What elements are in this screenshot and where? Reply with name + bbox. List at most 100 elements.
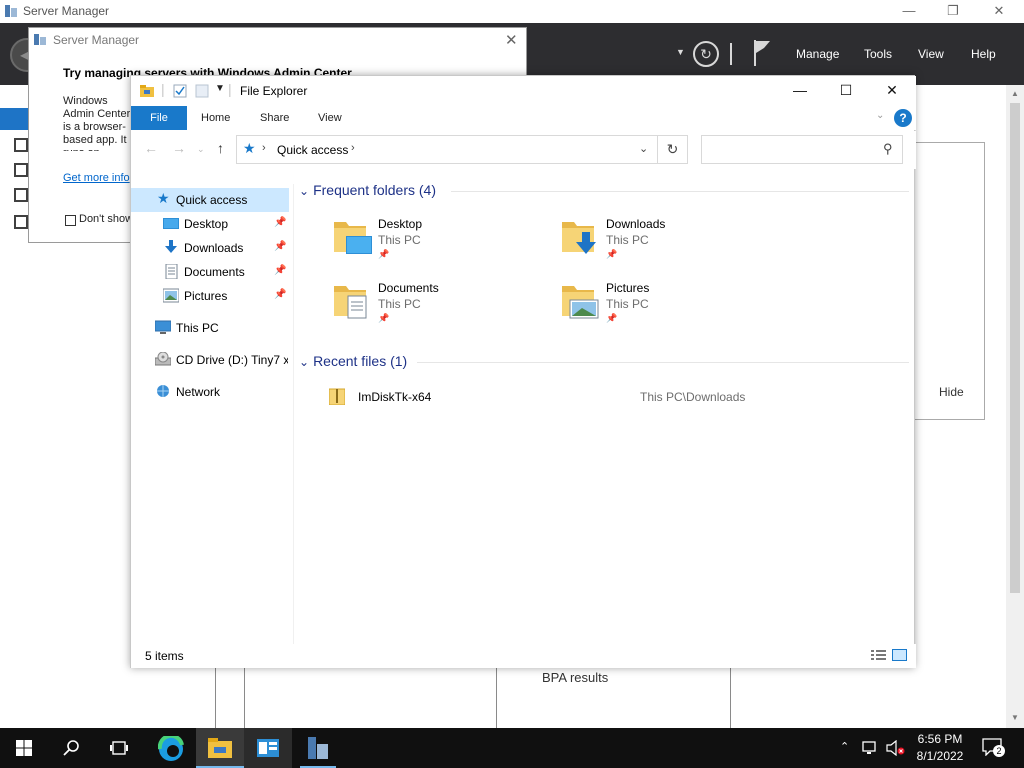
folder-location: This PC [378,233,421,247]
expand-ribbon-icon[interactable]: ⌄ [876,110,884,121]
pin-icon[interactable]: 📌 [274,265,286,276]
folder-tile-documents[interactable]: Documents This PC 📌 [332,280,552,338]
menu-manage[interactable]: Manage [796,47,839,61]
sidebar-item-desktop[interactable]: Desktop 📌 [131,212,289,236]
sidebar-item-documents[interactable]: Documents 📌 [131,260,289,284]
action-center-button[interactable]: 2 [982,738,1005,758]
dropdown-arrow-icon[interactable]: ▼ [676,47,685,57]
collapse-chevron-icon[interactable]: ⌄ [299,184,309,198]
local-server-icon[interactable] [14,138,28,152]
up-arrow-icon[interactable]: ↑ [217,140,224,156]
minimize-button[interactable]: — [777,76,823,104]
dialog-close-icon[interactable]: ✕ [505,31,518,49]
folder-tile-pictures[interactable]: Pictures This PC 📌 [560,280,780,338]
pin-icon[interactable]: 📌 [274,289,286,300]
breadcrumb-quick-access[interactable]: Quick access [277,143,348,157]
desktop-folder-icon [334,222,372,254]
pictures-folder-icon [562,286,599,319]
large-icons-view-icon[interactable] [892,649,907,661]
taskbar-server-manager[interactable] [294,728,342,768]
menu-tools[interactable]: Tools [864,47,892,61]
taskbar-file-explorer[interactable] [196,728,244,768]
breadcrumb-chevron-icon[interactable]: › [351,142,355,154]
storage-icon[interactable] [14,215,28,229]
sidebar-item-dashboard[interactable] [0,108,30,130]
collapse-chevron-icon[interactable]: ⌄ [299,355,309,369]
close-button[interactable]: ✕ [976,0,1022,23]
breadcrumb-chevron-icon[interactable]: › [262,142,266,154]
menu-view[interactable]: View [918,47,944,61]
pin-icon: 📌 [378,313,390,323]
all-servers-icon[interactable] [14,163,28,177]
edge-browser-icon[interactable] [158,736,184,762]
recent-locations-icon[interactable]: ⌄ [197,144,205,155]
help-icon[interactable]: ? [894,109,912,127]
sidebar-item-label: Desktop [184,217,229,231]
window-title: File Explorer [240,84,308,98]
hide-link[interactable]: Hide [939,385,964,399]
clock-date[interactable]: 8/1/2022 [910,749,970,763]
new-folder-icon[interactable] [195,84,209,98]
server-manager-titlebar: Server Manager — ❐ ✕ [0,0,1024,23]
scrollbar-thumb[interactable] [1010,103,1020,593]
cd-drive-icon [155,352,171,366]
scroll-up-icon[interactable]: ▲ [1011,89,1019,98]
tab-file[interactable]: File [131,106,187,130]
vertical-scrollbar[interactable]: ▲ ▼ [1006,85,1024,728]
status-bar: 5 items [131,644,916,668]
address-bar[interactable]: ★ › Quick access › ⌄ [236,135,658,164]
back-arrow-icon[interactable]: ← [144,140,158,156]
details-view-icon[interactable] [871,649,886,661]
volume-muted-icon[interactable] [886,740,906,756]
task-view-icon[interactable] [110,740,128,756]
scroll-down-icon[interactable]: ▼ [1011,713,1019,722]
documents-icon [165,264,178,279]
close-button[interactable]: ✕ [869,76,915,104]
maximize-button[interactable]: ☐ [823,76,869,104]
folder-tile-downloads[interactable]: Downloads This PC 📌 [560,216,780,274]
bpa-results-label[interactable]: BPA results [542,670,608,685]
sidebar-item-label: Pictures [184,289,228,303]
forward-arrow-icon[interactable]: → [172,140,186,156]
start-windows-icon[interactable] [16,740,32,756]
folder-tile-desktop[interactable]: Desktop This PC 📌 [332,216,552,274]
sidebar-item-cd-drive[interactable]: CD Drive (D:) Tiny7 x8 [131,348,289,372]
notifications-flag-icon[interactable] [752,40,772,66]
address-dropdown-icon[interactable]: ⌄ [639,142,648,155]
restore-button[interactable]: ❐ [930,0,976,23]
menu-help[interactable]: Help [971,47,996,61]
search-input[interactable]: ⚲ [701,135,903,164]
pane-divider[interactable] [293,184,294,654]
group-divider [451,191,909,192]
sidebar-item-downloads[interactable]: Downloads 📌 [131,236,289,260]
pin-icon: 📌 [606,313,618,323]
tab-home[interactable]: Home [201,112,230,124]
taskbar-app[interactable] [244,728,292,768]
file-explorer-titlebar: | ▼ | File Explorer — ☐ ✕ [131,76,916,106]
sidebar-item-pictures[interactable]: Pictures 📌 [131,284,289,308]
properties-icon[interactable] [173,84,187,98]
qat-separator: | [228,81,232,97]
pin-icon[interactable]: 📌 [274,217,286,228]
downloads-folder-icon [562,222,596,254]
qat-customize-icon[interactable]: ▼ [215,83,225,94]
list-item[interactable]: ImDiskTk-x64 This PC\Downloads [327,385,917,409]
search-icon[interactable] [63,739,81,757]
sidebar-item-quick-access[interactable]: ★ Quick access [131,188,289,212]
refresh-icon[interactable]: ↻ [693,41,719,67]
frequent-folders-header[interactable]: ⌄ Frequent folders (4) [299,182,436,198]
get-more-info-link[interactable]: Get more info [63,172,130,184]
file-services-icon[interactable] [14,188,28,202]
minimize-button[interactable]: — [886,0,932,23]
refresh-button[interactable]: ↻ [658,135,688,164]
sidebar-item-this-pc[interactable]: This PC [131,316,289,340]
sidebar-item-network[interactable]: Network [131,380,289,404]
clock-time[interactable]: 6:56 PM [910,732,970,746]
network-status-icon[interactable] [862,741,880,755]
pin-icon[interactable]: 📌 [274,241,286,252]
dont-show-checkbox[interactable] [65,215,76,226]
recent-files-header[interactable]: ⌄ Recent files (1) [299,353,407,369]
tab-share[interactable]: Share [260,112,289,124]
tray-overflow-chevron-icon[interactable]: ⌃ [840,740,849,753]
tab-view[interactable]: View [318,112,342,124]
